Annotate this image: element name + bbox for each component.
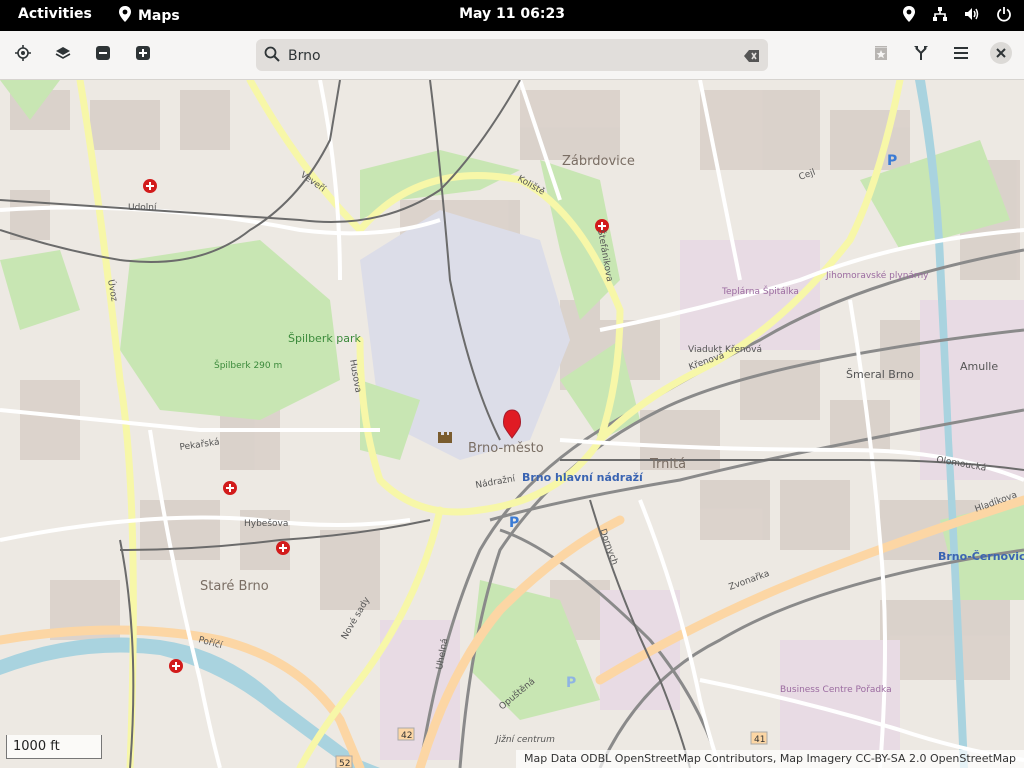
svg-text:P: P [566, 675, 576, 691]
search-box [256, 39, 768, 71]
power-icon [996, 6, 1012, 26]
svg-text:P: P [509, 515, 519, 531]
close-button[interactable] [985, 39, 1017, 71]
zoom-out-icon [95, 45, 111, 65]
favorite-button[interactable] [865, 39, 897, 71]
clock[interactable]: May 11 06:23 [0, 6, 1024, 22]
map-canvas: P P P 42 52 41 Zábrdovice Trnitá Brno-mě… [0, 80, 1024, 768]
zoom-in-button[interactable] [127, 39, 159, 71]
search-input[interactable] [286, 44, 730, 68]
route-button[interactable] [905, 39, 937, 71]
district-label: Business Centre Pořadka [780, 685, 892, 695]
network-icon [932, 6, 948, 26]
district-label: Staré Brno [200, 579, 269, 594]
district-label: Jižní centrum [494, 735, 555, 745]
route-icon [913, 45, 929, 65]
svg-text:P: P [887, 153, 897, 169]
district-label: Šmeral Brno [846, 368, 914, 381]
system-status[interactable] [902, 6, 1012, 26]
svg-text:52: 52 [339, 759, 350, 768]
district-label: Amulle [960, 360, 998, 373]
landmark-label: Špilberk 290 m [214, 359, 282, 371]
favorite-icon [873, 45, 889, 65]
location-icon [902, 6, 916, 26]
clear-search-icon[interactable] [744, 48, 760, 67]
volume-icon [964, 6, 980, 26]
search-icon [264, 46, 280, 66]
district-label: Teplárna Špitálka [721, 285, 799, 297]
station-label: Brno-Černovice [938, 550, 1024, 563]
locate-button[interactable] [7, 39, 39, 71]
close-icon [989, 41, 1013, 69]
svg-text:42: 42 [401, 731, 412, 741]
district-label: Jihomoravské plynárny [825, 270, 929, 281]
scale-bar: 1000 ft [6, 735, 102, 759]
zoom-out-button[interactable] [87, 39, 119, 71]
district-label: Zábrdovice [562, 154, 635, 169]
menu-icon [953, 45, 969, 65]
locate-icon [15, 45, 31, 65]
street-label: Udolní [128, 203, 157, 213]
layers-button[interactable] [47, 39, 79, 71]
street-label: Viadukt Křenová [688, 345, 762, 355]
street-label: Hybešova [244, 518, 288, 529]
station-label: Brno hlavní nádraží [522, 471, 644, 484]
zoom-in-icon [135, 45, 151, 65]
park-label: Špilberk park [288, 332, 361, 345]
map-view[interactable]: P P P 42 52 41 Zábrdovice Trnitá Brno-mě… [0, 80, 1024, 768]
district-label: Trnitá [649, 457, 686, 472]
layers-icon [55, 45, 71, 65]
castle-icon [438, 432, 452, 443]
district-label: Brno-město [468, 441, 544, 456]
main-menu-button[interactable] [945, 39, 977, 71]
svg-text:41: 41 [754, 735, 765, 745]
top-bar: Activities Maps May 11 06:23 [0, 0, 1024, 31]
map-attribution: Map Data ODBL OpenStreetMap Contributors… [516, 750, 1024, 768]
header-bar [0, 31, 1024, 80]
